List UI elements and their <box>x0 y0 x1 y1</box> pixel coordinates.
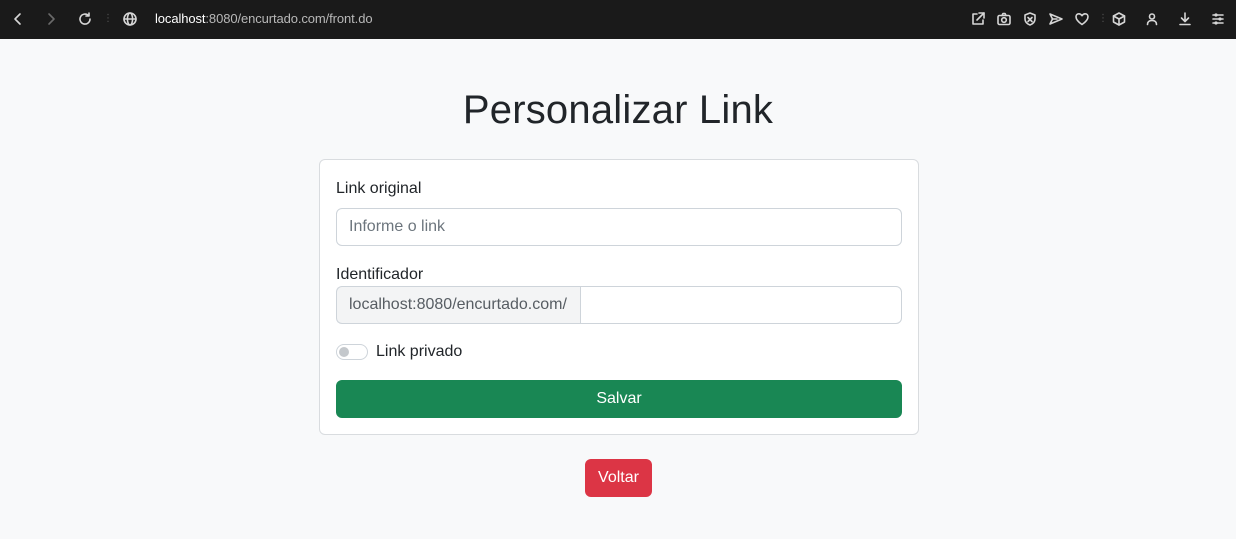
private-link-toggle[interactable] <box>336 344 368 360</box>
profile-icon[interactable] <box>1141 8 1163 30</box>
browser-toolbar: ⋮ localhost:8080/encurtado.com/front.do … <box>0 0 1236 39</box>
toggle-knob <box>339 347 349 357</box>
shield-icon[interactable] <box>1019 8 1041 30</box>
identifier-input-group: localhost:8080/encurtado.com/ <box>336 286 902 324</box>
back-button[interactable]: Voltar <box>585 459 652 497</box>
menu-icon[interactable] <box>1207 8 1229 30</box>
forward-icon[interactable] <box>40 8 62 30</box>
globe-icon[interactable] <box>119 8 141 30</box>
page-title: Personalizar Link <box>462 88 774 132</box>
identifier-label: Identificador <box>336 266 424 283</box>
toolbar-separator: ⋮ <box>103 13 113 24</box>
toolbar-separator: ⋮ <box>1098 13 1108 24</box>
url-path: :8080/encurtado.com/front.do <box>205 11 373 26</box>
cube-icon[interactable] <box>1108 8 1130 30</box>
original-link-input[interactable] <box>336 208 902 246</box>
reload-icon[interactable] <box>74 8 96 30</box>
private-link-row: Link privado <box>336 343 462 361</box>
url-host: localhost <box>155 11 206 26</box>
address-bar[interactable]: localhost:8080/encurtado.com/front.do <box>155 11 373 26</box>
identifier-input[interactable] <box>580 286 902 324</box>
share-icon[interactable] <box>967 8 989 30</box>
link-form-card: Link original Identificador localhost:80… <box>319 159 919 435</box>
identifier-prefix: localhost:8080/encurtado.com/ <box>336 286 580 324</box>
back-icon[interactable] <box>7 8 29 30</box>
heart-icon[interactable] <box>1071 8 1093 30</box>
send-icon[interactable] <box>1045 8 1067 30</box>
original-link-label: Link original <box>336 180 422 197</box>
private-link-label: Link privado <box>376 343 463 360</box>
save-button[interactable]: Salvar <box>336 380 902 418</box>
camera-icon[interactable] <box>993 8 1015 30</box>
download-icon[interactable] <box>1174 8 1196 30</box>
